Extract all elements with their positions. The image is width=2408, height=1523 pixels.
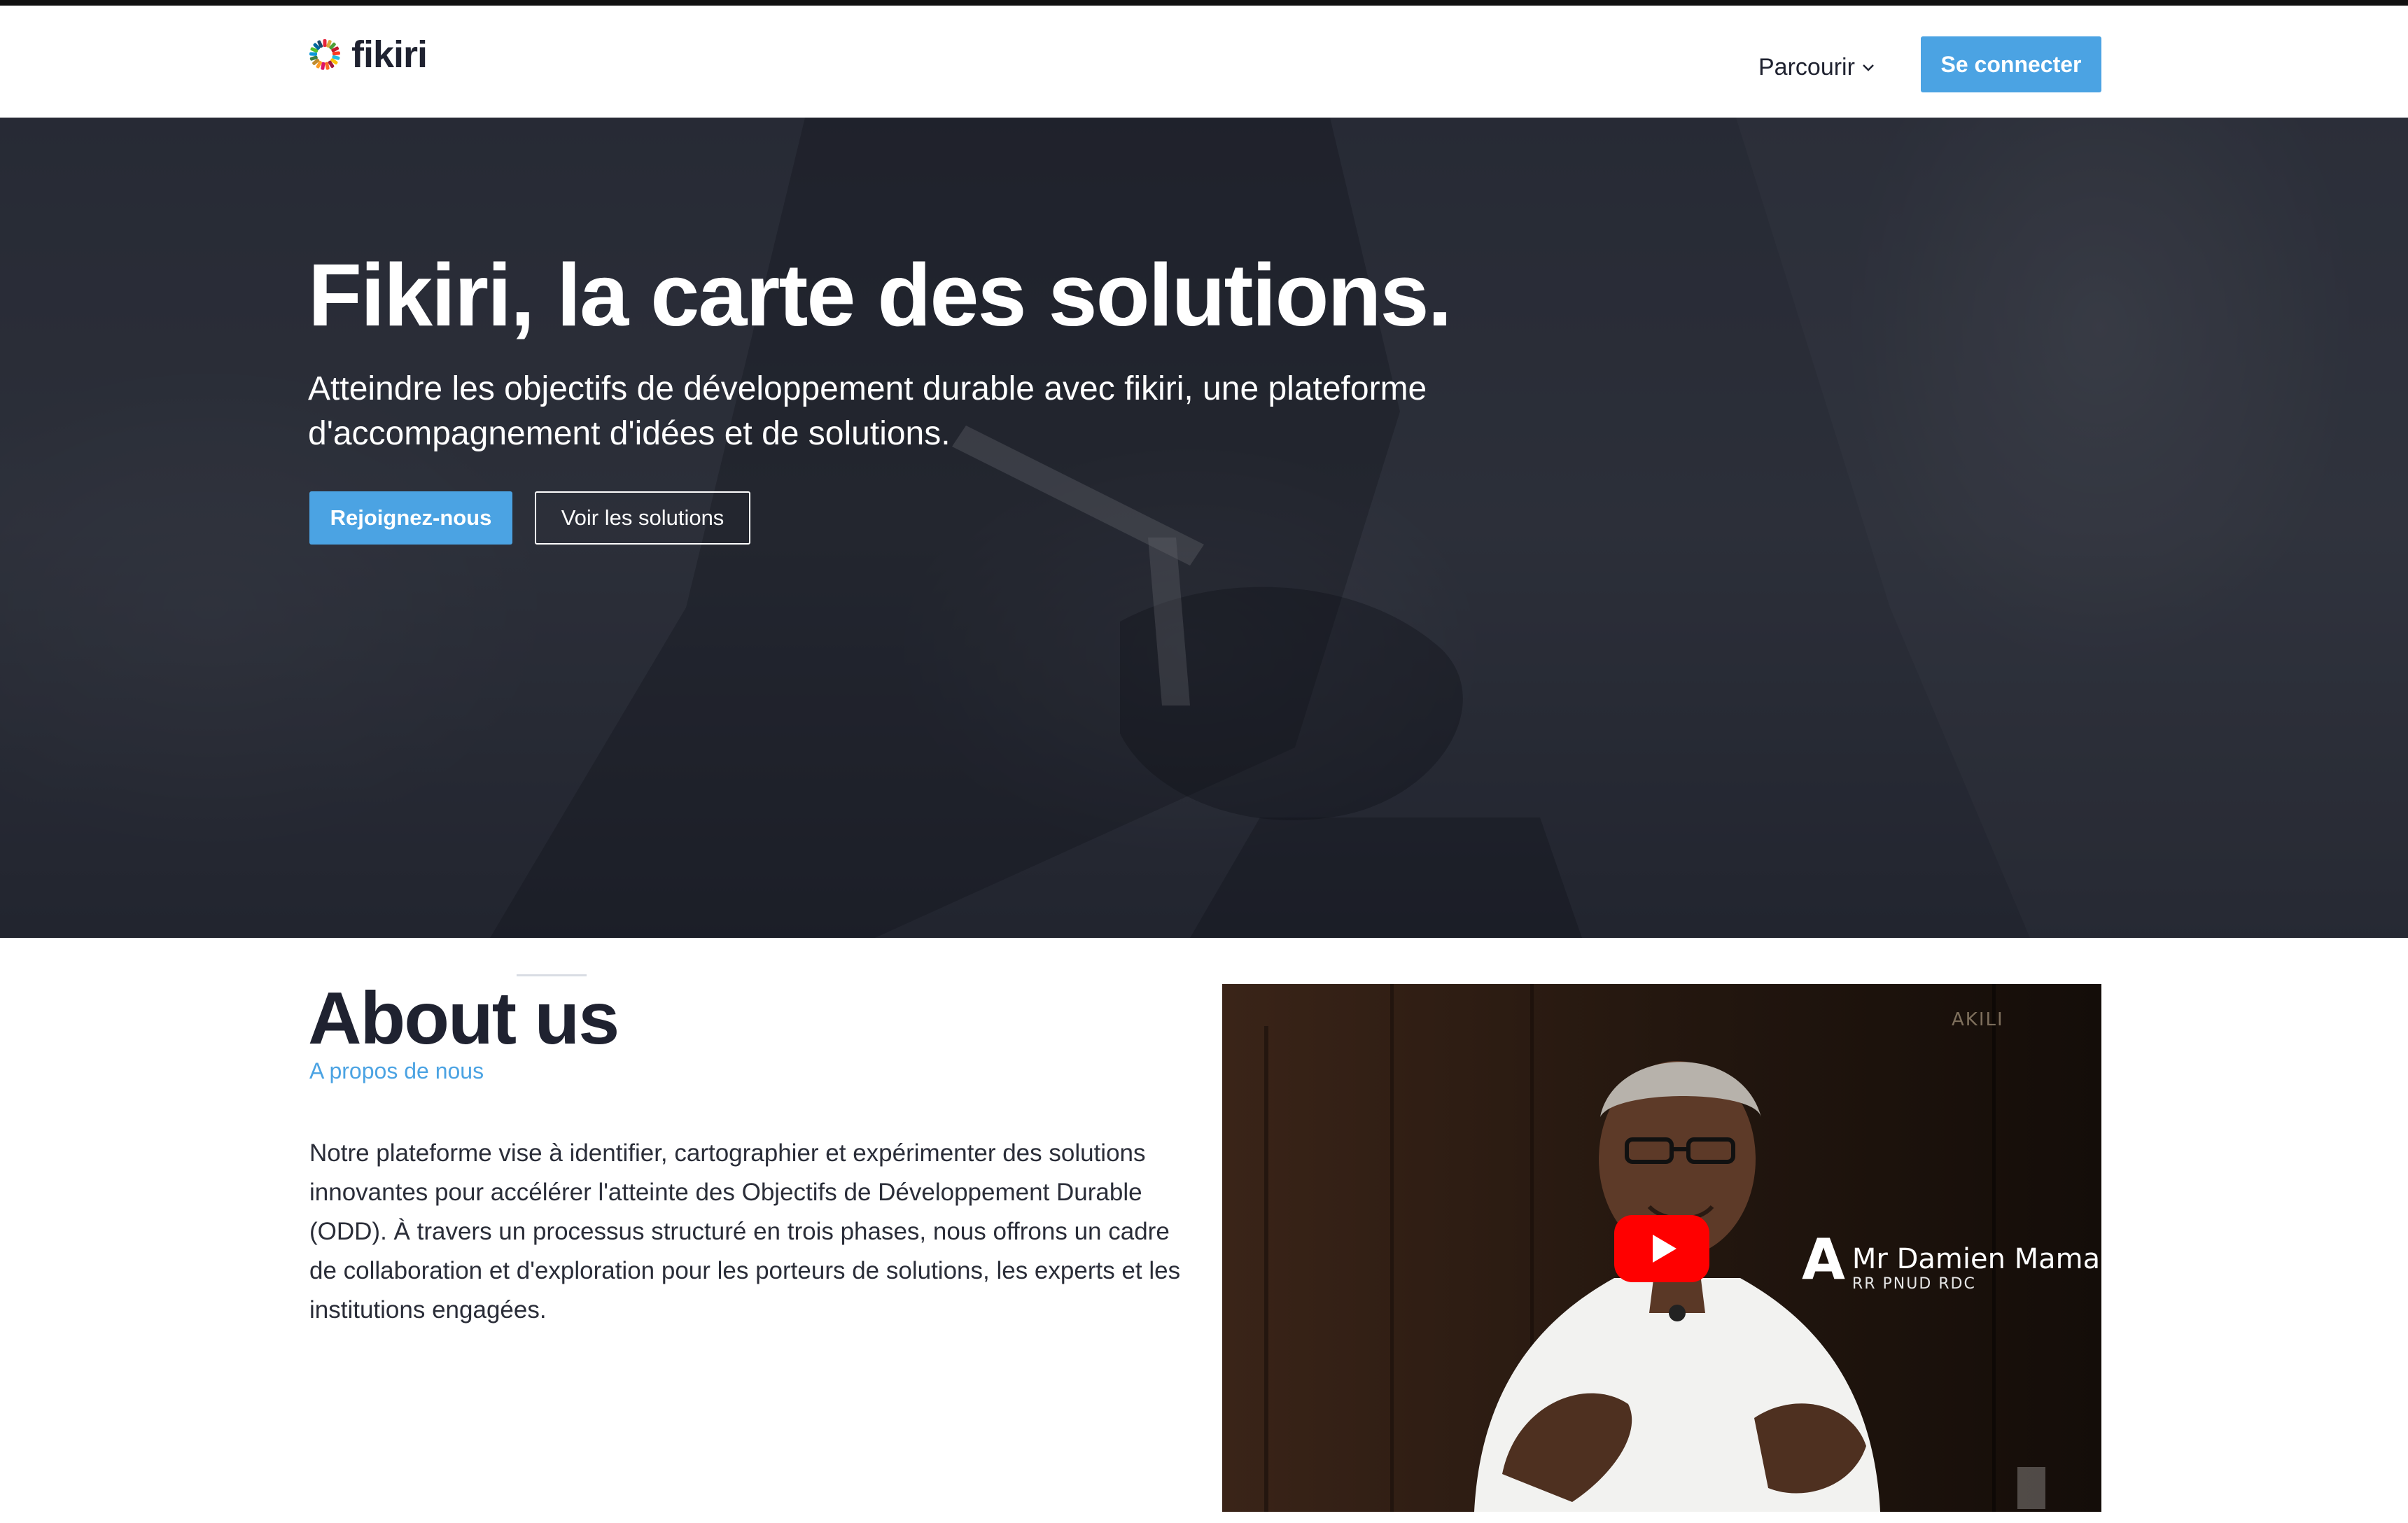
view-solutions-button[interactable]: Voir les solutions: [535, 491, 750, 545]
site-header: fikiri Parcourir Se connecter: [0, 6, 2408, 118]
lower-third-text: Mr Damien Mama RR PNUD RDC: [1852, 1243, 2100, 1293]
hero-section: Fikiri, la carte des solutions. Atteindr…: [0, 118, 2408, 938]
about-description: Notre plateforme vise à identifier, cart…: [309, 1139, 1181, 1324]
logo-text: fikiri: [351, 34, 428, 76]
login-button[interactable]: Se connecter: [1921, 36, 2101, 92]
hero-title: Fikiri, la carte des solutions.: [308, 246, 1452, 344]
speaker-role: RR PNUD RDC: [1851, 1275, 1976, 1293]
browse-dropdown[interactable]: Parcourir: [1758, 46, 1876, 88]
logo-mark-icon: [309, 39, 340, 70]
video-lower-third: A Mr Damien Mama RR PNUD RDC: [1802, 1232, 2100, 1293]
browser-top-strip: [0, 0, 2408, 6]
youtube-play-button[interactable]: [1614, 1215, 1709, 1282]
speaker-name: Mr Damien Mama: [1851, 1243, 2101, 1275]
channel-watermark: AKILI: [1952, 1009, 2004, 1030]
chevron-down-icon: [1863, 64, 1874, 71]
hero-subtitle: Atteindre les objectifs de développement…: [308, 370, 1427, 452]
about-title: About us: [308, 977, 620, 1060]
fikiri-logo[interactable]: fikiri: [308, 34, 428, 76]
play-icon: [1653, 1235, 1676, 1263]
browse-label: Parcourir: [1758, 53, 1855, 80]
lower-third-badge: A: [1802, 1227, 1845, 1292]
video-player[interactable]: AKILI A Mr Damien Mama RR PNUD RDC: [1222, 984, 2101, 1512]
about-subtitle: A propos de nous: [309, 1058, 484, 1083]
join-button[interactable]: Rejoignez-nous: [309, 491, 512, 545]
